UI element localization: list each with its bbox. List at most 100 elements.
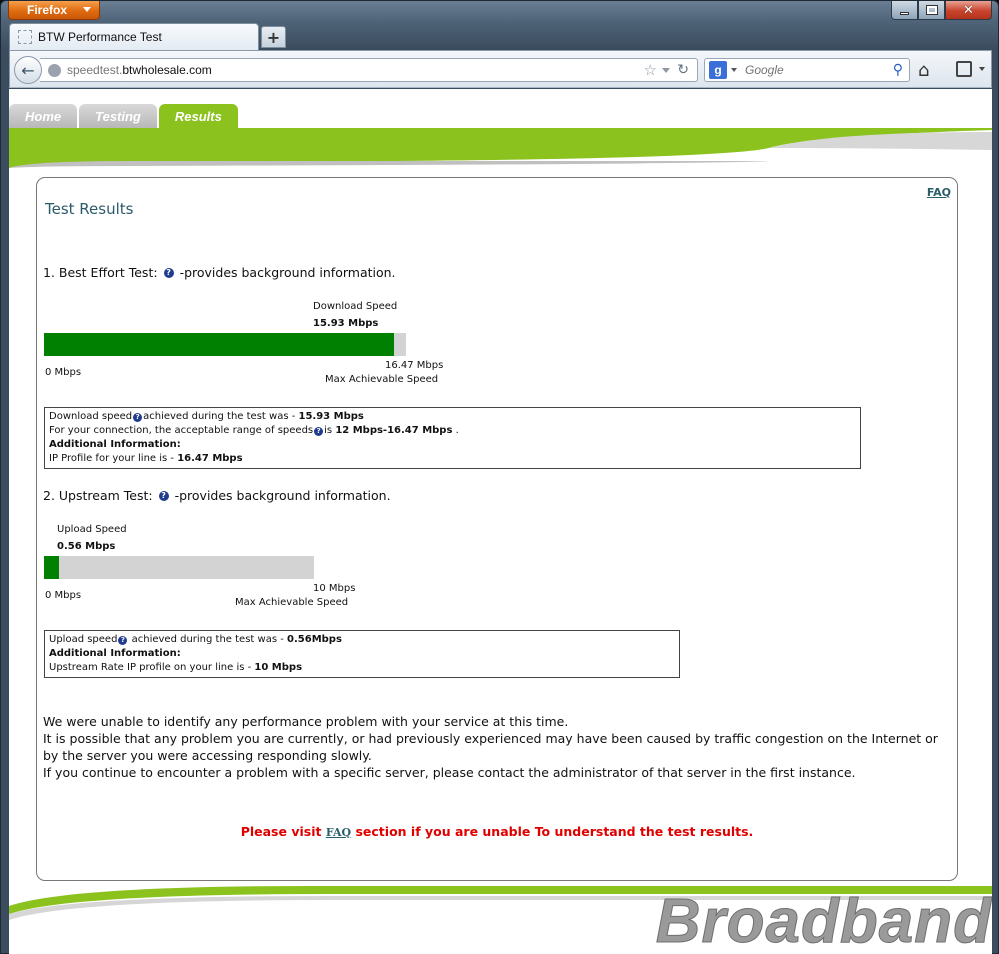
upload-speed-value: 0.56 Mbps xyxy=(57,541,116,552)
header-swoosh xyxy=(9,128,992,168)
download-ip-profile-value: 16.47 Mbps xyxy=(177,453,243,464)
search-icon[interactable]: ⚲ xyxy=(893,62,903,78)
maximize-icon xyxy=(925,5,938,15)
summary-line: It is possible that any problem you are … xyxy=(43,731,938,763)
upload-achieved-value: 0.56Mbps xyxy=(287,634,342,645)
close-window-button[interactable]: ✕ xyxy=(945,1,992,20)
url-host: speedtest. xyxy=(67,63,123,77)
page-title: Test Results xyxy=(45,200,134,218)
help-icon[interactable]: ? xyxy=(118,635,128,645)
download-ip-profile-line: IP Profile for your line is - 16.47 Mbps xyxy=(49,452,856,466)
minimize-icon xyxy=(900,11,909,15)
url-bar[interactable]: speedtest.btwholesale.com ☆ ↻ xyxy=(40,58,698,82)
back-button[interactable]: ← xyxy=(14,56,42,84)
download-range-line: For your connection, the acceptable rang… xyxy=(49,424,856,438)
window-controls: ✕ xyxy=(891,1,992,20)
back-arrow-icon: ← xyxy=(21,60,35,80)
home-icon[interactable]: ⌂ xyxy=(918,60,929,81)
download-additional-info-label: Additional Information: xyxy=(49,439,181,450)
faq-link[interactable]: FAQ xyxy=(927,186,951,199)
browser-window: Firefox ✕ BTW Performance Test + speedte… xyxy=(0,0,999,954)
tab-home[interactable]: Home xyxy=(9,104,78,128)
page-viewport: Home Testing Results FAQ Test Results 1.… xyxy=(9,89,992,954)
globe-icon xyxy=(48,63,61,77)
brand-logo: Broadband xyxy=(655,887,992,954)
download-speed-label: Download Speed xyxy=(313,301,398,312)
help-icon[interactable]: ? xyxy=(158,490,169,501)
summary-text: We were unable to identify any performan… xyxy=(43,713,943,781)
upload-achieved-text: achieved during the test was - xyxy=(128,634,288,645)
download-range-text: is xyxy=(324,425,336,436)
navigation-toolbar: speedtest.btwholesale.com ☆ ↻ ← g ⚲ ⌂ xyxy=(9,50,992,88)
download-achieved-label: Download speed xyxy=(49,411,133,422)
download-additional-info-heading: Additional Information: xyxy=(49,438,856,452)
tab-results[interactable]: Results xyxy=(158,104,238,128)
upload-additional-info-label: Additional Information: xyxy=(49,648,181,659)
upload-max-value: 10 Mbps xyxy=(313,583,356,594)
browser-tab-active[interactable]: BTW Performance Test xyxy=(9,23,259,50)
new-tab-button[interactable]: + xyxy=(261,26,286,48)
download-max-value: 16.47 Mbps xyxy=(385,360,444,371)
faq-notice: Please visit FAQ section if you are unab… xyxy=(37,824,957,839)
upload-ip-profile-value: 10 Mbps xyxy=(254,662,303,673)
bookmark-star-icon[interactable]: ☆ xyxy=(644,61,657,79)
download-achieved-text: achieved during the test was - xyxy=(143,411,299,422)
download-speed-bar-fill xyxy=(44,333,395,356)
best-effort-heading: 1. Best Effort Test: ? -provides backgro… xyxy=(43,265,396,280)
upload-info-box: Upload speed? achieved during the test w… xyxy=(44,630,680,678)
download-range-suffix: . xyxy=(452,425,459,436)
upload-ip-profile-label: Upstream Rate IP profile on your line is… xyxy=(49,662,255,673)
upload-speed-label: Upload Speed xyxy=(57,524,127,535)
download-speed-value: 15.93 Mbps xyxy=(313,318,379,329)
upstream-heading: 2. Upstream Test: ? -provides background… xyxy=(43,488,391,503)
summary-line: If you continue to encounter a problem w… xyxy=(43,765,856,780)
upstream-heading-label: 2. Upstream Test: xyxy=(43,488,153,503)
firefox-menu-label: Firefox xyxy=(27,3,68,17)
faq-notice-prefix: Please visit xyxy=(240,824,326,839)
download-max-label: Max Achievable Speed xyxy=(325,374,439,385)
faq-notice-link[interactable]: FAQ xyxy=(326,826,351,839)
help-icon[interactable]: ? xyxy=(163,267,174,278)
download-achieved-line: Download speed? achieved during the test … xyxy=(49,410,856,424)
search-bar[interactable]: g ⚲ xyxy=(704,58,910,82)
upload-speed-bar-fill xyxy=(44,556,60,579)
minimize-button[interactable] xyxy=(891,1,918,20)
engine-dropdown-icon[interactable] xyxy=(731,68,737,72)
google-engine-icon[interactable]: g xyxy=(709,61,727,79)
faq-notice-suffix: section if you are unable To understand … xyxy=(351,824,754,839)
url-text: speedtest.btwholesale.com xyxy=(67,63,212,77)
plus-icon: + xyxy=(266,27,281,47)
download-speed-bar xyxy=(44,333,406,356)
url-history-dropdown-icon[interactable] xyxy=(662,68,670,73)
upload-achieved-line: Upload speed? achieved during the test w… xyxy=(49,633,675,647)
upload-speed-bar xyxy=(44,556,314,579)
maximize-button[interactable] xyxy=(918,1,945,20)
download-min-label: 0 Mbps xyxy=(45,367,82,378)
firefox-menu-button[interactable]: Firefox xyxy=(8,1,100,20)
download-ip-profile-label: IP Profile for your line is - xyxy=(49,453,178,464)
upload-ip-profile-line: Upstream Rate IP profile on your line is… xyxy=(49,661,675,675)
help-icon[interactable]: ? xyxy=(314,426,324,436)
url-domain: btwholesale.com xyxy=(122,63,212,77)
summary-line: We were unable to identify any performan… xyxy=(43,714,569,729)
tab-testing[interactable]: Testing xyxy=(79,104,157,128)
reload-icon[interactable]: ↻ xyxy=(677,62,689,78)
upload-max-label: Max Achievable Speed xyxy=(235,597,349,608)
results-panel: FAQ Test Results 1. Best Effort Test: ? … xyxy=(36,177,958,881)
site-nav-tabs: Home Testing Results xyxy=(9,104,240,128)
tab-title: BTW Performance Test xyxy=(38,30,162,44)
bookmarks-menu-icon[interactable] xyxy=(956,61,985,77)
chevron-down-icon xyxy=(83,7,91,12)
best-effort-heading-label: 1. Best Effort Test: xyxy=(43,265,158,280)
upload-additional-info-heading: Additional Information: xyxy=(49,647,675,661)
download-info-box: Download speed? achieved during the test … xyxy=(44,407,861,469)
upstream-heading-note: -provides background information. xyxy=(174,488,391,503)
upload-min-label: 0 Mbps xyxy=(45,590,82,601)
help-icon[interactable]: ? xyxy=(133,412,143,422)
upload-achieved-label: Upload speed xyxy=(49,634,118,645)
download-achieved-value: 15.93 Mbps xyxy=(298,411,364,422)
download-range-value: 12 Mbps-16.47 Mbps xyxy=(335,425,453,436)
search-input[interactable] xyxy=(745,63,885,77)
page-favicon-icon xyxy=(18,30,32,44)
close-icon: ✕ xyxy=(963,2,974,18)
